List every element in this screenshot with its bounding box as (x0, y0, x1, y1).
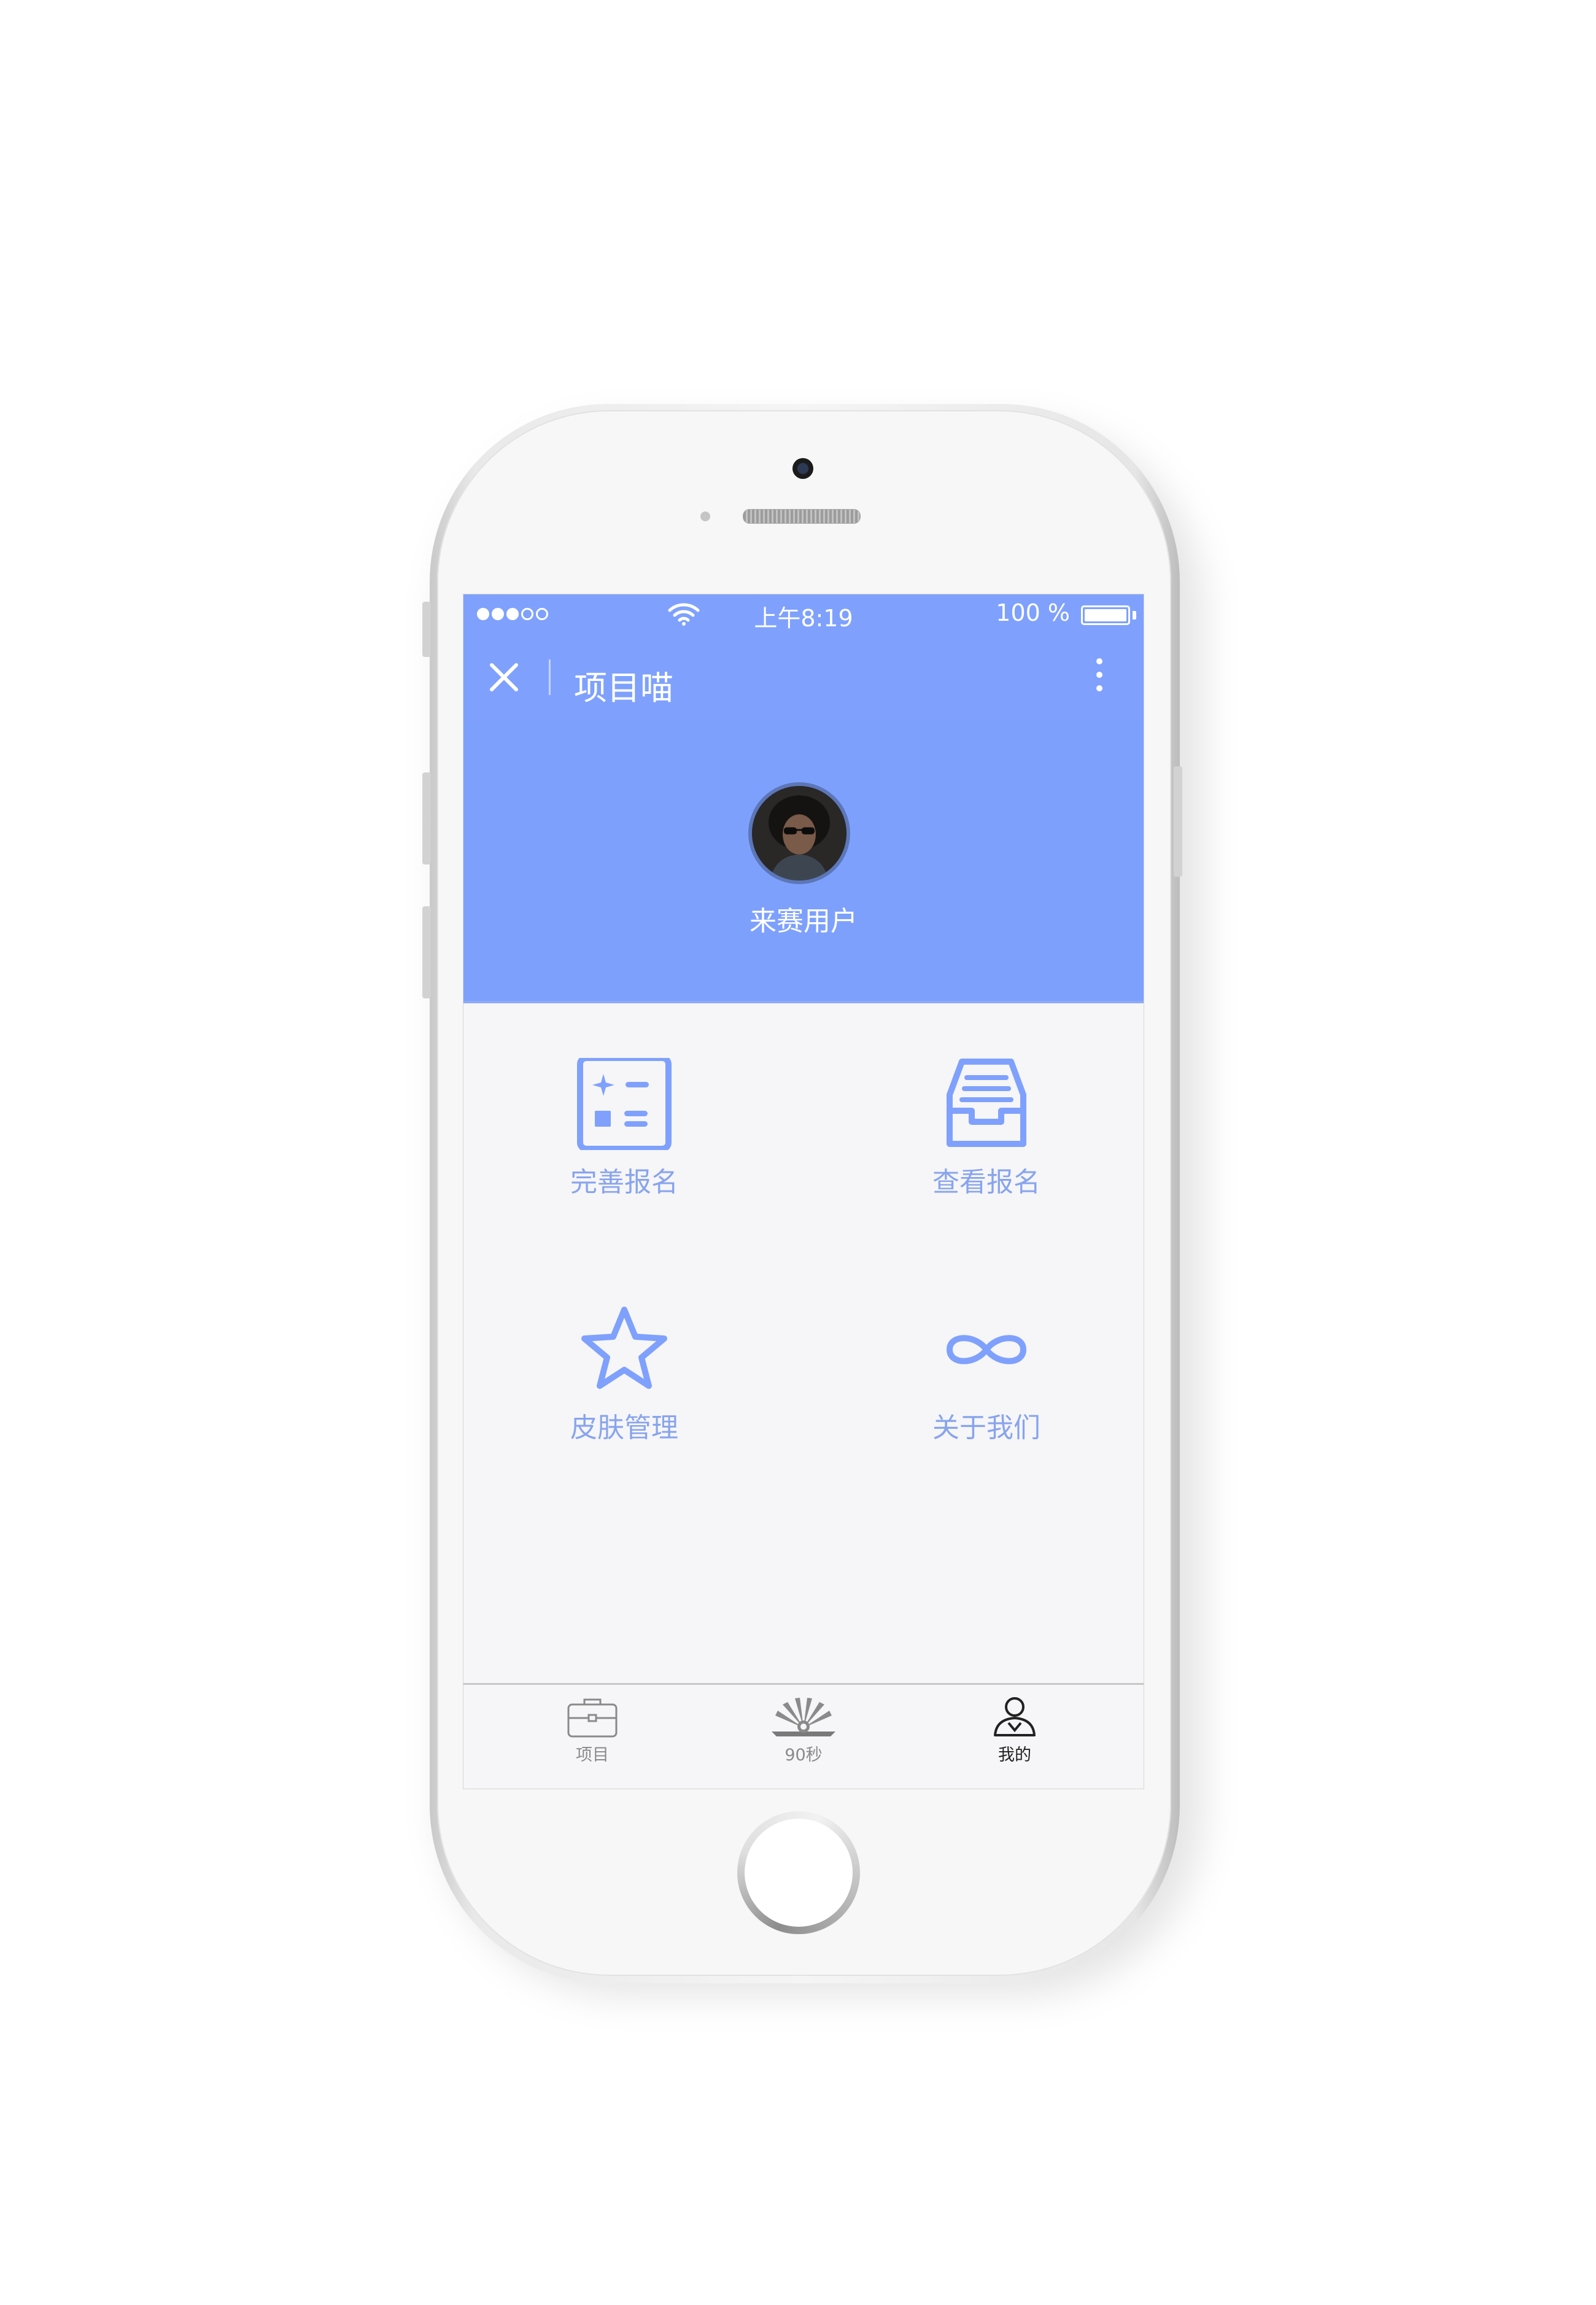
about-us-item[interactable]: 关于我们 (876, 1304, 1097, 1445)
infinity-icon (946, 1335, 1027, 1364)
power-button (1174, 766, 1182, 877)
skin-management-item[interactable]: 皮肤管理 (514, 1304, 735, 1445)
more-vertical-icon[interactable] (1092, 658, 1107, 698)
avatar-image (752, 786, 846, 880)
star-icon (581, 1307, 667, 1389)
skin-management-label: 皮肤管理 (570, 1412, 678, 1444)
battery-icon (1081, 605, 1130, 625)
username: 来赛用户 (750, 906, 858, 937)
tab-90-seconds[interactable]: 90秒 (724, 1696, 883, 1765)
profile-header: 来赛用户 (463, 721, 1144, 1003)
page-title: 项目喵 (574, 669, 673, 707)
navigation-bar: 项目喵 (463, 634, 1144, 721)
user-icon (994, 1697, 1036, 1736)
tab-bar: 项目 90秒 我的 (463, 1683, 1144, 1789)
form-icon (577, 1058, 672, 1150)
complete-signup-item[interactable]: 完善报名 (514, 1058, 735, 1199)
about-us-label: 关于我们 (932, 1412, 1040, 1444)
inbox-icon (947, 1059, 1026, 1147)
tab-mine-label: 我的 (998, 1746, 1031, 1765)
battery-tip (1133, 611, 1136, 620)
home-button[interactable] (745, 1819, 853, 1927)
proximity-sensor (700, 511, 710, 521)
tab-90-seconds-label: 90秒 (784, 1746, 823, 1765)
volume-down-button (422, 906, 431, 998)
app-screen: 上午8:19 100 % 项目喵 来赛用户 完善报名 查看报名 皮肤管理 关于我… (463, 594, 1144, 1789)
close-icon[interactable] (486, 659, 522, 696)
tab-projects-label: 项目 (576, 1746, 609, 1765)
view-signup-item[interactable]: 查看报名 (876, 1058, 1097, 1199)
mute-switch (422, 602, 431, 657)
status-bar: 上午8:19 100 % (463, 594, 1144, 634)
volume-up-button (422, 772, 431, 865)
briefcase-icon (567, 1698, 618, 1738)
avatar[interactable] (748, 782, 850, 884)
tab-mine[interactable]: 我的 (935, 1696, 1094, 1765)
view-signup-label: 查看报名 (932, 1167, 1040, 1198)
front-camera (792, 458, 813, 479)
nav-divider (549, 659, 551, 695)
earpiece-speaker (743, 509, 861, 524)
complete-signup-label: 完善报名 (570, 1167, 678, 1198)
tab-projects[interactable]: 项目 (513, 1696, 672, 1765)
battery-percentage: 100 % (996, 599, 1070, 626)
fan-icon (772, 1698, 835, 1736)
